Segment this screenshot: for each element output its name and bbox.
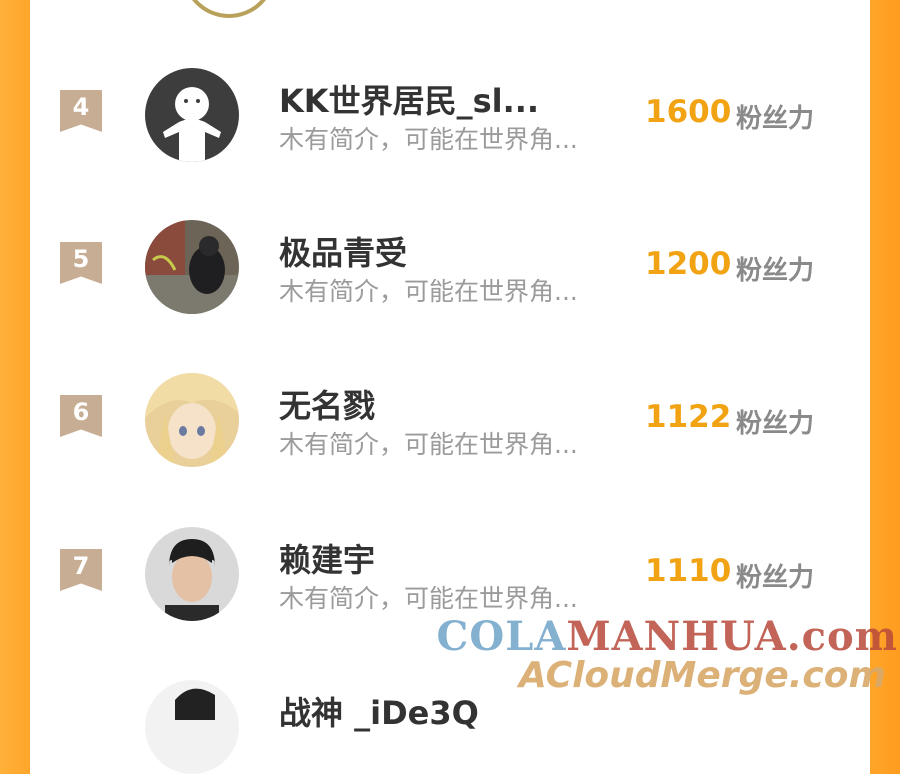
rank-number: 5 bbox=[72, 245, 90, 273]
avatar[interactable] bbox=[145, 220, 239, 314]
photo-avatar-icon bbox=[145, 527, 239, 621]
watermark-part: MANHUA.com bbox=[566, 613, 898, 660]
user-name[interactable]: 无名戮 bbox=[279, 381, 375, 427]
rank-badge: 5 bbox=[60, 242, 102, 284]
photo-avatar-icon bbox=[145, 680, 239, 774]
anime-avatar-icon bbox=[145, 373, 239, 467]
rank-number: 6 bbox=[72, 398, 90, 426]
ranking-panel: 4 KK世界居民_sl... 木有简介，可能在世界角... 1600 粉丝力 5 bbox=[30, 0, 870, 774]
rank-badge: 4 bbox=[60, 90, 102, 132]
rank-number: 4 bbox=[72, 93, 90, 121]
user-bio: 木有简介，可能在世界角... bbox=[279, 125, 578, 154]
watermark-part: COLA bbox=[436, 613, 567, 660]
ranking-row[interactable]: 5 极品青受 木有简介，可能在世界角... 1200 粉丝力 bbox=[30, 220, 870, 340]
avatar[interactable] bbox=[145, 680, 239, 774]
ranking-row[interactable]: 6 无名戮 木有简介，可能在世界角... 1122 粉丝力 bbox=[30, 373, 870, 493]
fan-score: 1110 bbox=[645, 553, 732, 589]
fan-score: 1600 bbox=[645, 94, 732, 130]
avatar[interactable] bbox=[145, 373, 239, 467]
user-bio: 木有简介，可能在世界角... bbox=[279, 430, 578, 459]
rank-badge: 7 bbox=[60, 549, 102, 591]
ranking-row[interactable]: 4 KK世界居民_sl... 木有简介，可能在世界角... 1600 粉丝力 bbox=[30, 68, 870, 188]
fan-score-unit: 粉丝力 bbox=[736, 563, 815, 593]
avatar[interactable] bbox=[182, 0, 276, 18]
user-bio: 木有简介，可能在世界角... bbox=[279, 584, 578, 613]
default-avatar-icon bbox=[145, 68, 239, 162]
user-bio: 木有简介，可能在世界角... bbox=[279, 277, 578, 306]
fan-score: 1200 bbox=[645, 246, 732, 282]
watermark: COLAMANHUA.com bbox=[437, 613, 898, 660]
user-name[interactable]: KK世界居民_sl... bbox=[279, 76, 539, 122]
rank-number: 7 bbox=[72, 552, 90, 580]
user-name[interactable]: 战神 _iDe3Q bbox=[279, 688, 479, 734]
fan-score-unit: 粉丝力 bbox=[736, 104, 815, 134]
user-name[interactable]: 赖建宇 bbox=[279, 535, 375, 581]
rank-badge: 6 bbox=[60, 395, 102, 437]
avatar[interactable] bbox=[145, 527, 239, 621]
fan-score-unit: 粉丝力 bbox=[736, 409, 815, 439]
fan-score-unit: 粉丝力 bbox=[736, 256, 815, 286]
user-name[interactable]: 极品青受 bbox=[279, 228, 407, 274]
photo-avatar-icon bbox=[145, 220, 239, 314]
fan-score: 1122 bbox=[645, 399, 732, 435]
avatar[interactable] bbox=[145, 68, 239, 162]
watermark: ACloudMerge.com bbox=[518, 655, 886, 696]
